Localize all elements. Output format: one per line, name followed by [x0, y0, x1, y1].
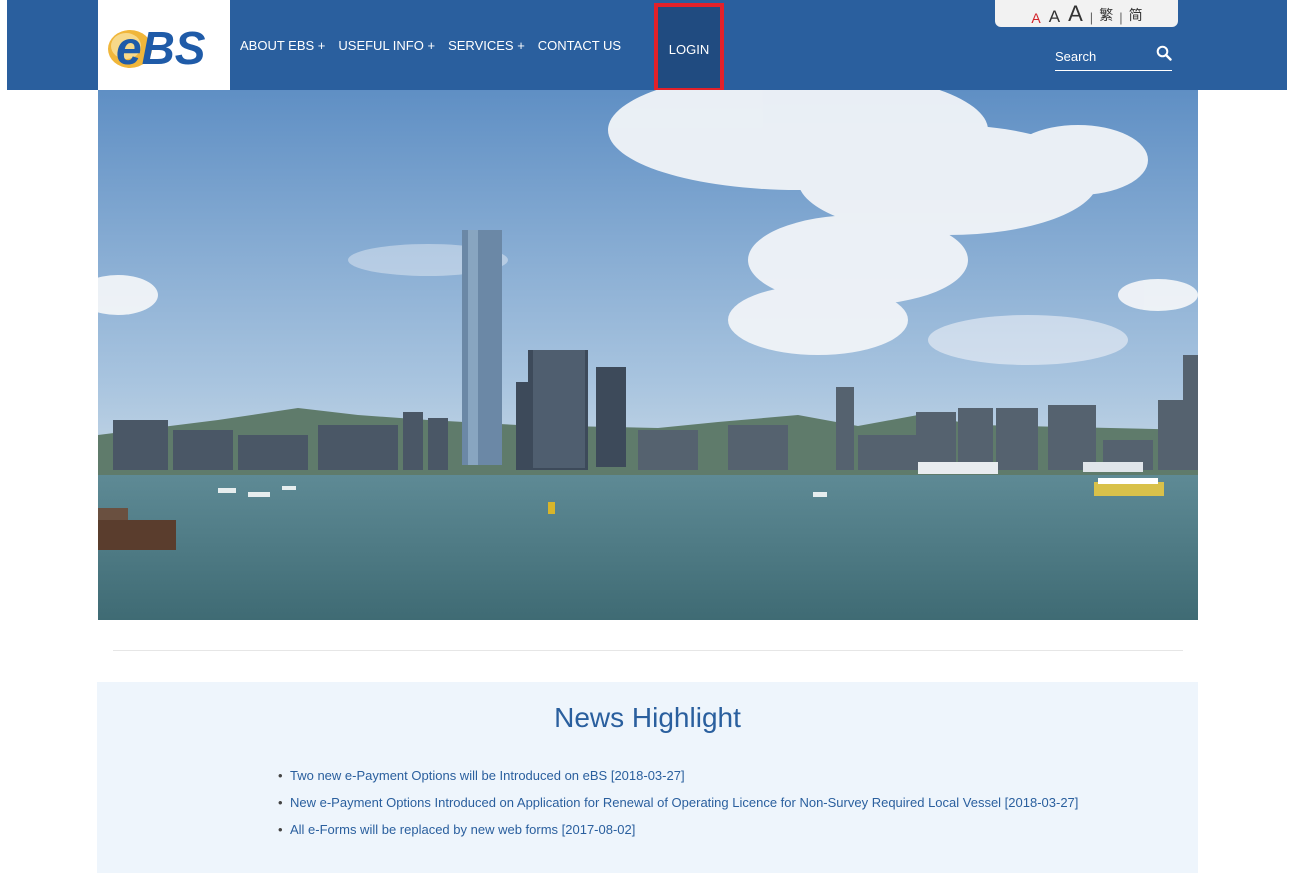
bullet-icon: • [278, 822, 283, 837]
news-link[interactable]: All e-Forms will be replaced by new web … [290, 822, 635, 837]
main-nav: ABOUT EBS + USEFUL INFO + SERVICES + CON… [240, 0, 724, 92]
ebs-logo[interactable]: eBS [98, 0, 230, 90]
search-input[interactable] [1055, 46, 1145, 66]
news-title: News Highlight [554, 702, 741, 733]
news-highlight-section: News Highlight • Two new e-Payment Optio… [97, 682, 1198, 873]
nav-about-ebs[interactable]: ABOUT EBS + [240, 0, 325, 90]
section-divider [113, 650, 1183, 651]
bullet-icon: • [278, 795, 283, 810]
search-box [1055, 42, 1172, 71]
site-header: eBS ABOUT EBS + USEFUL INFO + SERVICES +… [7, 0, 1287, 92]
news-item: • All e-Forms will be replaced by new we… [263, 821, 1083, 839]
news-list: • Two new e-Payment Options will be Intr… [263, 767, 1083, 848]
font-size-medium-button[interactable]: A [1049, 8, 1060, 25]
search-icon[interactable] [1156, 45, 1172, 66]
nav-services[interactable]: SERVICES + [448, 0, 525, 90]
ebs-logo-graphic: eBS [108, 22, 206, 72]
nav-useful-info[interactable]: USEFUL INFO + [338, 0, 435, 90]
bullet-icon: • [278, 768, 283, 783]
font-size-small-button[interactable]: A [1031, 11, 1040, 25]
news-item: • New e-Payment Options Introduced on Ap… [263, 794, 1083, 812]
separator: | [1119, 10, 1123, 25]
utility-bar: A A A | 繁 | 简 [995, 0, 1178, 27]
lang-simplified-chinese[interactable]: 简 [1129, 5, 1143, 25]
nav-contact-us[interactable]: CONTACT US [538, 0, 621, 90]
news-link[interactable]: New e-Payment Options Introduced on Appl… [290, 795, 1078, 810]
news-item: • Two new e-Payment Options will be Intr… [263, 767, 1083, 785]
page: eBS ABOUT EBS + USEFUL INFO + SERVICES +… [0, 0, 1294, 873]
font-size-large-button[interactable]: A [1068, 3, 1083, 25]
hero-banner-image [78, 70, 1198, 620]
news-link[interactable]: Two new e-Payment Options will be Introd… [290, 768, 685, 783]
logo-text: eBS [116, 22, 206, 72]
nav-login-button[interactable]: LOGIN [654, 3, 724, 92]
lang-traditional-chinese[interactable]: 繁 [1099, 5, 1113, 25]
separator: | [1089, 10, 1094, 25]
